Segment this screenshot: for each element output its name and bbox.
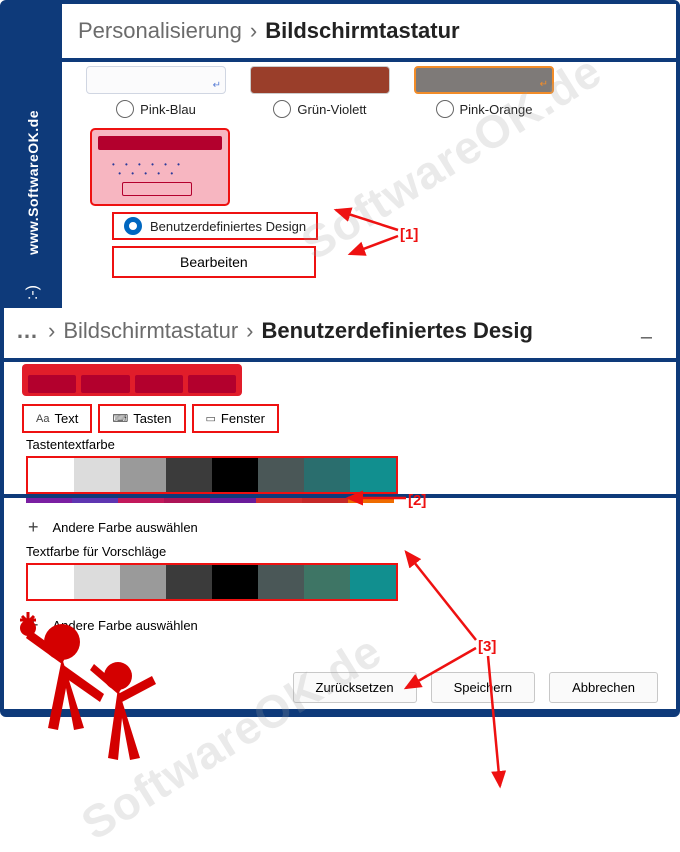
- choose-label: Andere Farbe auswählen: [53, 520, 198, 535]
- enter-icon: ↵: [213, 80, 221, 91]
- radio-checked-icon[interactable]: [124, 217, 142, 235]
- chevron-right-icon: ›: [246, 318, 253, 344]
- color-swatch[interactable]: [74, 458, 120, 492]
- save-button[interactable]: Speichern: [431, 672, 536, 703]
- color-swatch[interactable]: [28, 565, 74, 599]
- radio-icon[interactable]: [436, 100, 454, 118]
- tab-label: Fenster: [221, 411, 265, 426]
- breadcrumb: … › Bildschirmtastatur › Benutzerdefinie…: [4, 304, 676, 358]
- theme-pink-orange[interactable]: ↵ Pink-Orange: [414, 66, 554, 118]
- settings-panel-themes: Personalisierung › Bildschirmtastatur ↵ …: [62, 4, 676, 292]
- window-icon: ▭: [206, 412, 216, 425]
- color-swatch[interactable]: [118, 498, 164, 503]
- theme-thumbnail: ↵: [86, 66, 226, 94]
- divider: [4, 358, 676, 362]
- minimize-icon[interactable]: –: [641, 326, 652, 349]
- choose-other-color[interactable]: + Andere Farbe auswählen: [28, 615, 676, 636]
- edit-button[interactable]: Bearbeiten: [112, 246, 316, 278]
- color-swatch[interactable]: [120, 565, 166, 599]
- color-swatch[interactable]: [350, 565, 396, 599]
- dialog-buttons: Zurücksetzen Speichern Abbrechen: [4, 642, 676, 709]
- design-tabs: Aa Text ⌨ Tasten ▭ Fenster: [22, 404, 676, 433]
- ellipsis-icon[interactable]: …: [16, 318, 40, 344]
- choose-label: Andere Farbe auswählen: [53, 618, 198, 633]
- theme-label: Grün-Violett: [297, 102, 366, 117]
- sidebar-url[interactable]: www.SoftwareOK.de: [25, 110, 41, 255]
- color-swatch[interactable]: [26, 498, 72, 503]
- color-swatch[interactable]: [350, 458, 396, 492]
- sidebar: www.SoftwareOK.de :-): [4, 4, 62, 308]
- theme-green-violet[interactable]: Grün-Violett: [250, 66, 390, 118]
- plus-icon: +: [28, 517, 39, 538]
- color-swatch[interactable]: [256, 498, 302, 503]
- breadcrumb-parent[interactable]: Personalisierung: [78, 18, 242, 44]
- color-stripe: [26, 498, 394, 503]
- color-swatch[interactable]: [212, 458, 258, 492]
- tab-label: Tasten: [133, 411, 171, 426]
- annotation-3: [3]: [478, 638, 496, 655]
- annotation-2: [2]: [408, 492, 426, 509]
- theme-custom-thumbnail[interactable]: • • • • • • • • • • •: [90, 128, 230, 206]
- tab-window[interactable]: ▭ Fenster: [192, 404, 279, 433]
- color-swatch[interactable]: [258, 565, 304, 599]
- tab-keys[interactable]: ⌨ Tasten: [98, 404, 185, 433]
- color-swatch[interactable]: [166, 458, 212, 492]
- theme-label: Benutzerdefiniertes Design: [150, 219, 306, 234]
- breadcrumb: Personalisierung › Bildschirmtastatur: [62, 4, 676, 58]
- keyboard-icon: ⌨: [112, 412, 128, 425]
- color-swatch[interactable]: [120, 458, 166, 492]
- color-swatch-row: [26, 563, 398, 601]
- choose-other-color[interactable]: + Andere Farbe auswählen: [28, 517, 676, 538]
- section-suggestcolor: Textfarbe für Vorschläge: [26, 544, 676, 559]
- chevron-right-icon: ›: [250, 18, 257, 44]
- section-keytextcolor: Tastentextfarbe: [26, 437, 676, 452]
- cancel-button[interactable]: Abbrechen: [549, 672, 658, 703]
- color-swatch[interactable]: [28, 458, 74, 492]
- edit-button-label: Bearbeiten: [150, 254, 278, 270]
- theme-custom-radio[interactable]: Benutzerdefiniertes Design: [112, 212, 318, 240]
- color-swatch[interactable]: [166, 565, 212, 599]
- theme-thumbnail: ↵: [414, 66, 554, 94]
- settings-panel-custom-design: … › Bildschirmtastatur › Benutzerdefinie…: [4, 304, 676, 713]
- radio-icon[interactable]: [116, 100, 134, 118]
- plus-icon: +: [28, 615, 39, 636]
- theme-label: Pink-Orange: [460, 102, 533, 117]
- breadcrumb-current: Bildschirmtastatur: [265, 18, 459, 44]
- breadcrumb-parent[interactable]: Bildschirmtastatur: [63, 318, 238, 344]
- color-swatch[interactable]: [304, 565, 350, 599]
- color-swatch[interactable]: [164, 498, 210, 503]
- color-swatch-row: [26, 456, 398, 494]
- reset-button[interactable]: Zurücksetzen: [293, 672, 417, 703]
- color-swatch[interactable]: [348, 498, 394, 503]
- chevron-right-icon: ›: [48, 318, 55, 344]
- sidebar-smile: :-): [24, 285, 42, 300]
- theme-pink-blue[interactable]: ↵ Pink-Blau: [86, 66, 226, 118]
- text-icon: Aa: [36, 413, 49, 425]
- color-swatch[interactable]: [72, 498, 118, 503]
- theme-thumbnail: [250, 66, 390, 94]
- annotation-1: [1]: [400, 226, 418, 243]
- divider: [4, 709, 676, 713]
- color-swatch[interactable]: [74, 565, 120, 599]
- breadcrumb-current: Benutzerdefiniertes Desig: [262, 318, 533, 344]
- color-swatch[interactable]: [304, 458, 350, 492]
- color-swatch[interactable]: [302, 498, 348, 503]
- color-swatch[interactable]: [212, 565, 258, 599]
- tab-label: Text: [54, 411, 78, 426]
- theme-label: Pink-Blau: [140, 102, 196, 117]
- tab-text[interactable]: Aa Text: [22, 404, 92, 433]
- keyboard-preview: [22, 364, 242, 396]
- color-swatch[interactable]: [258, 458, 304, 492]
- enter-icon: ↵: [540, 79, 548, 90]
- color-swatch[interactable]: [210, 498, 256, 503]
- radio-icon[interactable]: [273, 100, 291, 118]
